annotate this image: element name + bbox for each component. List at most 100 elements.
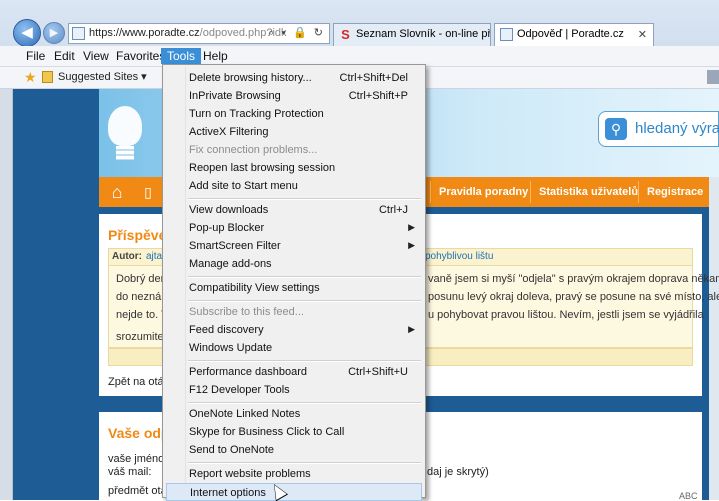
menu-item-feed-discovery[interactable]: Feed discovery ▶	[166, 321, 422, 339]
menu-item-smartscreen-filter[interactable]: SmartScreen Filter ▶	[166, 237, 422, 255]
menu-item-label: Feed discovery	[189, 324, 264, 336]
menu-item-activex-filtering[interactable]: ActiveX Filtering	[166, 123, 422, 141]
address-url[interactable]: https://www.poradte.cz/odpoved.php?idk	[89, 27, 287, 39]
name-label: vaše jméno:	[108, 453, 168, 465]
menu-item-add-site-start-menu[interactable]: Add site to Start menu	[166, 177, 422, 195]
nav-link-statistics[interactable]: Statistika uživatelů	[539, 186, 638, 198]
post-text-line: vaně jsem si myší "odjela" s pravým okra…	[428, 273, 719, 285]
menu-item-label: Reopen last browsing session	[189, 162, 336, 174]
menu-separator	[188, 276, 421, 278]
menu-item-label: View downloads	[189, 204, 269, 216]
menu-separator	[188, 360, 421, 362]
tab-seznam-slovnik[interactable]: S Seznam Slovník - on-line překl...	[333, 23, 491, 46]
menu-help[interactable]: Help	[197, 48, 234, 64]
nav-link-register[interactable]: Registrace	[647, 186, 703, 198]
suggested-sites-link[interactable]: Suggested Sites ▾	[58, 70, 147, 83]
nav-link-rules[interactable]: Pravidla poradny	[439, 186, 528, 198]
lightbulb-logo-icon	[108, 106, 142, 146]
menu-file[interactable]: File	[20, 48, 51, 64]
menu-tools[interactable]: Tools	[161, 48, 202, 64]
back-button[interactable]: ◀	[13, 19, 41, 47]
submenu-arrow-icon: ▶	[408, 240, 415, 250]
menu-item-shortcut: Ctrl+Shift+U	[348, 366, 408, 378]
menu-separator	[188, 402, 421, 404]
menu-item-label: ActiveX Filtering	[189, 126, 269, 138]
tools-menu-dropdown: Delete browsing history... Ctrl+Shift+Del…	[162, 64, 426, 501]
home-page-icon[interactable]	[707, 70, 719, 84]
menu-item-send-to-onenote[interactable]: Send to OneNote	[166, 441, 422, 459]
menu-item-label: InPrivate Browsing	[189, 90, 281, 102]
tab-poradte[interactable]: Odpověď | Poradte.cz ✕	[494, 23, 654, 46]
menu-separator	[188, 462, 421, 464]
forward-button[interactable]: ▶	[43, 22, 65, 44]
menu-item-view-downloads[interactable]: View downloads Ctrl+J	[166, 201, 422, 219]
menu-item-internet-options[interactable]: Internet options	[166, 483, 422, 501]
menu-item-f12-developer-tools[interactable]: F12 Developer Tools	[166, 381, 422, 399]
author-label: Autor:	[112, 251, 142, 262]
nav-divider	[530, 181, 531, 203]
menu-item-shortcut: Ctrl+J	[378, 204, 408, 216]
menu-item-label: OneNote Linked Notes	[189, 408, 301, 420]
tab-label: Odpověď | Poradte.cz	[517, 28, 624, 40]
menu-item-onenote-linked-notes[interactable]: OneNote Linked Notes	[166, 405, 422, 423]
menu-item-label: Compatibility View settings	[189, 282, 320, 294]
menu-item-tracking-protection[interactable]: Turn on Tracking Protection	[166, 105, 422, 123]
close-tab-icon[interactable]: ✕	[638, 28, 647, 41]
page-icon	[500, 28, 513, 41]
menu-item-report-website-problems[interactable]: Report website problems	[166, 465, 422, 483]
menu-item-label: Subscribe to this feed...	[189, 306, 304, 318]
search-input[interactable]: hledaný výra	[635, 120, 719, 137]
back-arrow-icon: ◀	[21, 24, 33, 41]
menu-item-inprivate-browsing[interactable]: InPrivate Browsing Ctrl+Shift+P	[166, 87, 422, 105]
seznam-logo-icon: S	[341, 27, 350, 42]
email-hint: daj je skrytý)	[427, 466, 489, 478]
desktop-edge	[0, 89, 13, 500]
address-bar[interactable]: https://www.poradte.cz/odpoved.php?idk ⌕…	[68, 23, 330, 44]
menu-item-label: Manage add-ons	[189, 258, 272, 270]
site-favicon-icon	[72, 27, 85, 40]
favorites-star-icon[interactable]: ★	[24, 69, 37, 86]
home-icon[interactable]: ⌂	[104, 181, 130, 203]
menu-item-label: SmartScreen Filter	[189, 240, 281, 252]
menu-item-delete-browsing-history[interactable]: Delete browsing history... Ctrl+Shift+Del	[166, 69, 422, 87]
nav-divider	[638, 181, 639, 203]
menu-item-label: Fix connection problems...	[189, 144, 318, 156]
site-search-box[interactable]: ⚲ hledaný výra	[598, 111, 719, 147]
menu-separator	[188, 198, 421, 200]
menu-item-windows-update[interactable]: Windows Update	[166, 339, 422, 357]
menu-item-performance-dashboard[interactable]: Performance dashboard Ctrl+Shift+U	[166, 363, 422, 381]
mobile-icon[interactable]: ▯	[138, 181, 158, 203]
menu-item-compatibility-view-settings[interactable]: Compatibility View settings	[166, 279, 422, 297]
menu-item-label: Skype for Business Click to Call	[189, 426, 345, 438]
menu-item-shortcut: Ctrl+Shift+P	[348, 90, 408, 102]
menu-item-skype-click-to-call[interactable]: Skype for Business Click to Call	[166, 423, 422, 441]
menu-item-label: Delete browsing history...	[189, 72, 312, 84]
menu-separator	[188, 300, 421, 302]
address-controls[interactable]: ⌕ ▾ 🔒 ↻	[268, 26, 325, 40]
email-label: váš mail:	[108, 466, 152, 478]
post-title: Příspěve	[108, 227, 167, 243]
back-to-question-link[interactable]: Zpět na otáz	[108, 376, 169, 388]
submenu-arrow-icon: ▶	[408, 324, 415, 334]
lightbulb-base-icon	[116, 146, 134, 160]
nav-divider	[430, 181, 431, 203]
menu-edit[interactable]: Edit	[48, 48, 81, 64]
tab-label: Seznam Slovník - on-line překl...	[356, 28, 491, 40]
post-text-line: nejde to. T	[116, 309, 168, 321]
menu-item-label: Pop-up Blocker	[189, 222, 265, 234]
menu-item-manage-addons[interactable]: Manage add-ons	[166, 255, 422, 273]
menu-item-label: Turn on Tracking Protection	[189, 108, 324, 120]
menu-item-label: Send to OneNote	[189, 444, 275, 456]
menu-item-label: F12 Developer Tools	[189, 384, 290, 396]
topic-link[interactable]: pohyblivou lištu	[425, 251, 493, 262]
post-text-line: u pohybovat pravou lištou. Nevím, jestli…	[428, 309, 704, 321]
menu-item-label: Internet options	[190, 487, 266, 499]
menu-item-popup-blocker[interactable]: Pop-up Blocker ▶	[166, 219, 422, 237]
menu-item-shortcut: Ctrl+Shift+Del	[339, 72, 408, 84]
menu-item-label: Report website problems	[189, 468, 311, 480]
menu-item-label: Performance dashboard	[189, 366, 308, 378]
menu-item-reopen-last-session[interactable]: Reopen last browsing session	[166, 159, 422, 177]
right-sidebar	[709, 177, 719, 500]
search-icon[interactable]: ⚲	[605, 118, 627, 140]
menu-item-fix-connection-problems: Fix connection problems...	[166, 141, 422, 159]
